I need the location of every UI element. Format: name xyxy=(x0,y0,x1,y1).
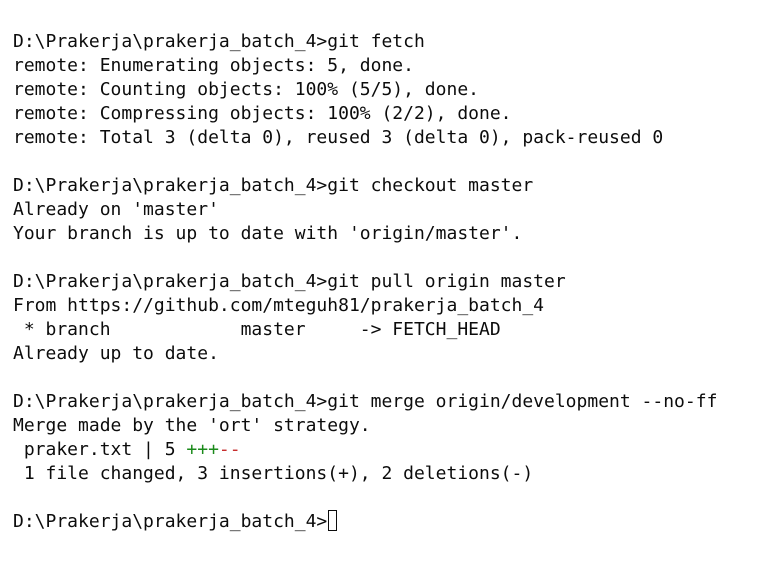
command-line: D:\Prakerja\prakerja_batch_4>git merge o… xyxy=(13,391,718,412)
output-line: remote: Total 3 (delta 0), reused 3 (del… xyxy=(13,127,664,148)
diffstat-line: praker.txt | 5 +++-- xyxy=(13,438,762,462)
command-line: D:\Prakerja\prakerja_batch_4>git fetch xyxy=(13,31,425,52)
output-line: Your branch is up to date with 'origin/m… xyxy=(13,223,523,244)
prompt: D:\Prakerja\prakerja_batch_4> xyxy=(13,511,328,532)
output-line: 1 file changed, 3 insertions(+), 2 delet… xyxy=(13,463,534,484)
diffstat-deletions: -- xyxy=(218,439,241,460)
text-cursor xyxy=(328,510,338,531)
output-line: remote: Counting objects: 100% (5/5), do… xyxy=(13,79,479,100)
output-line: remote: Enumerating objects: 5, done. xyxy=(13,55,414,76)
output-line: Merge made by the 'ort' strategy. xyxy=(13,415,371,436)
command-line: D:\Prakerja\prakerja_batch_4>git pull or… xyxy=(13,271,566,292)
terminal-window[interactable]: D:\Prakerja\prakerja_batch_4>git fetch r… xyxy=(0,0,762,565)
prompt-line[interactable]: D:\Prakerja\prakerja_batch_4> xyxy=(13,510,762,534)
diffstat-insertions: +++ xyxy=(186,439,219,460)
output-line: Already up to date. xyxy=(13,343,219,364)
output-line: * branch master -> FETCH_HEAD xyxy=(13,319,501,340)
output-line: From https://github.com/mteguh81/prakerj… xyxy=(13,295,545,316)
output-line: Already on 'master' xyxy=(13,199,219,220)
output-line: remote: Compressing objects: 100% (2/2),… xyxy=(13,103,512,124)
command-line: D:\Prakerja\prakerja_batch_4>git checkou… xyxy=(13,175,534,196)
diffstat-file: praker.txt | 5 xyxy=(13,439,187,460)
